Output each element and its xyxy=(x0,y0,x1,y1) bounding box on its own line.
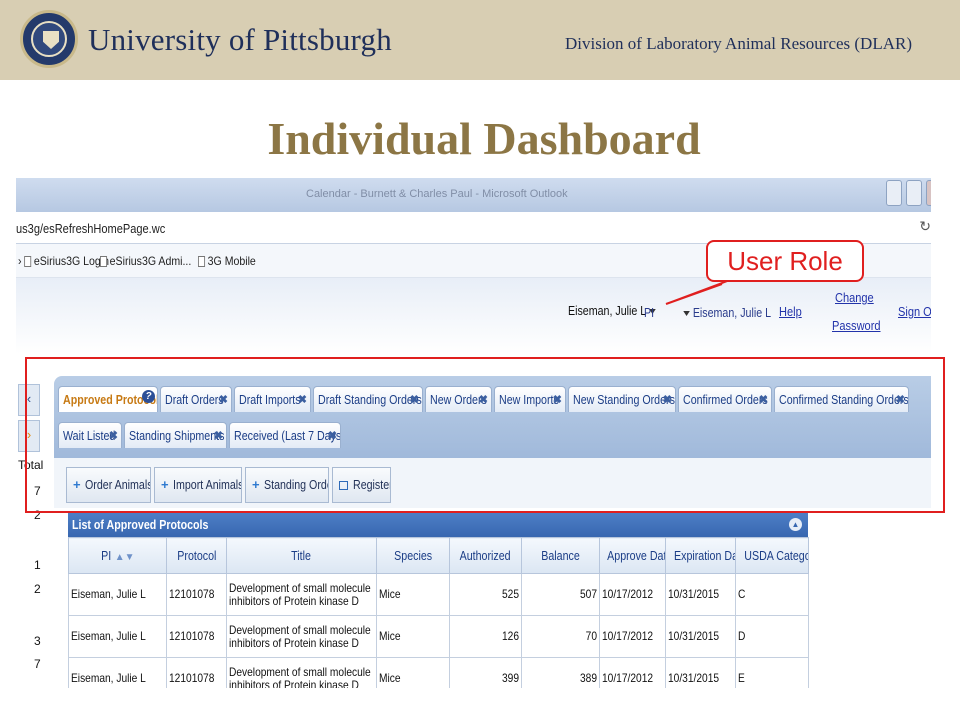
refresh-icon[interactable]: ↻ xyxy=(919,218,931,235)
cell-approve-date: 10/17/2012 xyxy=(599,657,666,688)
table-row[interactable]: Eiseman, Julie L 12101078 Development of… xyxy=(68,657,809,688)
cell-species: Mice xyxy=(376,573,450,616)
window-title: Calendar - Burnett & Charles Paul - Micr… xyxy=(306,188,568,200)
cell-pi: Eiseman, Julie L xyxy=(68,657,167,688)
column-header-authorized[interactable]: Authorized xyxy=(449,537,522,574)
user-role-callout: User Role xyxy=(706,240,864,282)
cell-protocol: 12101078 xyxy=(166,657,227,688)
cell-usda-category: E xyxy=(735,657,809,688)
favorite-link[interactable]: 3G Mobile xyxy=(198,254,256,268)
protocols-table: PI ▲▼ Protocol Title Species Authorized B… xyxy=(68,537,809,688)
cell-usda-category: C xyxy=(735,573,809,616)
current-user-name: Eiseman, Julie L xyxy=(568,303,657,318)
column-header-protocol[interactable]: Protocol xyxy=(166,537,227,574)
cell-authorized: 126 xyxy=(449,615,522,658)
total-count: 7 xyxy=(34,657,41,671)
app-header: Eiseman, Julie L PI Eiseman, Julie L Hel… xyxy=(16,278,931,354)
window-titlebar: Calendar - Burnett & Charles Paul - Micr… xyxy=(16,178,931,212)
cell-balance: 70 xyxy=(521,615,600,658)
cell-expiration-date: 10/31/2015 xyxy=(665,615,736,658)
chevron-down-icon xyxy=(683,311,690,317)
slide-banner: University of Pittsburgh Division of Lab… xyxy=(0,0,960,80)
table-row[interactable]: Eiseman, Julie L 12101078 Development of… xyxy=(68,573,809,616)
cell-authorized: 399 xyxy=(449,657,522,688)
cell-title: Development of small molecule inhibitors… xyxy=(226,657,377,688)
cell-approve-date: 10/17/2012 xyxy=(599,573,666,616)
column-header-usda-category[interactable]: USDA Category xyxy=(735,537,809,574)
grid-title: List of Approved Protocols xyxy=(72,517,209,532)
division-name: Division of Laboratory Animal Resources … xyxy=(564,34,912,53)
cell-species: Mice xyxy=(376,615,450,658)
total-count: 3 xyxy=(34,634,41,648)
slide-title: Individual Dashboard xyxy=(267,113,701,164)
column-header-pi[interactable]: PI ▲▼ xyxy=(68,537,167,574)
sort-icon[interactable]: ▲▼ xyxy=(115,552,135,563)
sign-out-link[interactable]: Sign Of xyxy=(898,304,931,319)
cell-balance: 389 xyxy=(521,657,600,688)
cell-title: Development of small molecule inhibitors… xyxy=(226,615,377,658)
cell-species: Mice xyxy=(376,657,450,688)
proxy-user-select[interactable]: Eiseman, Julie L xyxy=(680,305,771,320)
column-header-expiration-date[interactable]: Expiration Date xyxy=(665,537,736,574)
cell-expiration-date: 10/31/2015 xyxy=(665,657,736,688)
column-header-approve-date[interactable]: Approve Date xyxy=(599,537,666,574)
table-row[interactable]: Eiseman, Julie L 12101078 Development of… xyxy=(68,615,809,658)
cell-balance: 507 xyxy=(521,573,600,616)
favorite-link[interactable]: eSirius3G Admi... xyxy=(100,254,191,268)
cell-pi: Eiseman, Julie L xyxy=(68,615,167,658)
cell-title: Development of small molecule inhibitors… xyxy=(226,573,377,616)
minimize-button[interactable] xyxy=(886,180,902,206)
highlight-box xyxy=(25,357,945,513)
cell-pi: Eiseman, Julie L xyxy=(68,573,167,616)
column-header-title[interactable]: Title xyxy=(226,537,377,574)
column-header-balance[interactable]: Balance xyxy=(521,537,600,574)
url-text[interactable]: us3g/esRefreshHomePage.wc xyxy=(16,221,165,236)
cell-protocol: 12101078 xyxy=(166,573,227,616)
collapse-up-icon[interactable]: ▲ xyxy=(789,518,802,531)
maximize-button[interactable] xyxy=(906,180,922,206)
cell-protocol: 12101078 xyxy=(166,615,227,658)
change-password-link-line1[interactable]: Change xyxy=(835,290,874,305)
favorite-link[interactable]: › eSirius3G Login xyxy=(18,254,109,268)
grid-title-bar: List of Approved Protocols ▲ xyxy=(68,513,808,537)
page-icon xyxy=(24,255,32,267)
total-count: 2 xyxy=(34,582,41,596)
close-button[interactable] xyxy=(926,180,931,206)
approved-protocols-grid: List of Approved Protocols ▲ PI ▲▼ Protoc… xyxy=(68,513,809,688)
column-header-species[interactable]: Species xyxy=(376,537,450,574)
cell-authorized: 525 xyxy=(449,573,522,616)
university-name: University of Pittsburgh xyxy=(88,22,392,57)
page-icon xyxy=(100,255,108,267)
cell-approve-date: 10/17/2012 xyxy=(599,615,666,658)
total-count: 1 xyxy=(34,558,41,572)
page-icon xyxy=(198,255,206,267)
user-role-select[interactable]: PI xyxy=(644,305,654,320)
change-password-link-line2[interactable]: Password xyxy=(832,318,881,333)
university-seal-logo xyxy=(20,10,78,68)
cell-expiration-date: 10/31/2015 xyxy=(665,573,736,616)
help-link[interactable]: Help xyxy=(779,304,802,319)
cell-usda-category: D xyxy=(735,615,809,658)
